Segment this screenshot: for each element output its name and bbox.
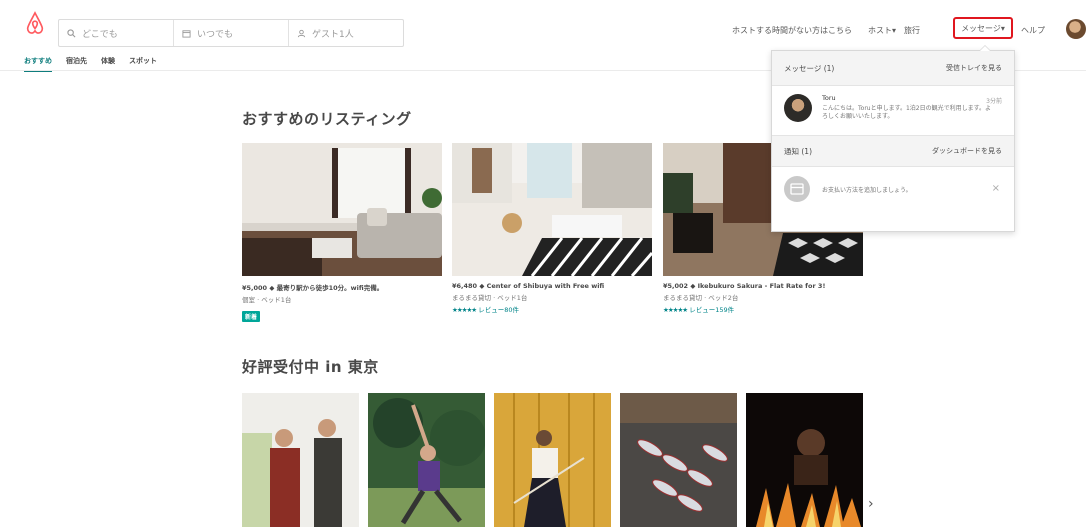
- payment-icon: [784, 176, 810, 202]
- search-icon: [67, 28, 76, 37]
- message-preview-item[interactable]: Toru こんにちは。Toruと申します。1泊2日の観光で利用します。よろしくお…: [772, 86, 1014, 136]
- host-menu[interactable]: ホスト▾: [868, 25, 896, 36]
- messages-menu-label: メッセージ▾: [961, 23, 1005, 33]
- host-promo-link[interactable]: ホストする時間がない方はこちら: [732, 25, 852, 36]
- guests-text: ゲスト1人: [312, 29, 354, 40]
- date-picker-field[interactable]: いつでも: [174, 20, 289, 46]
- listing-type: 個室 · ベッド1台: [242, 296, 292, 304]
- listing-photo[interactable]: [242, 143, 442, 276]
- experience-card[interactable]: [368, 393, 485, 527]
- dropdown-caret: [979, 45, 991, 51]
- listing-type: まるまる貸切 · ベッド1台: [452, 294, 528, 302]
- location-search-text: どこでも: [82, 29, 118, 40]
- rating-stars: ★★★★★: [452, 306, 477, 314]
- listing-card[interactable]: ¥6,480 ◆ Center of Shibuya with Free wif…: [452, 143, 652, 314]
- experiences-section-title: 好評受付中 in 東京: [242, 358, 379, 376]
- sender-name: Toru: [822, 94, 836, 102]
- messages-dropdown: メッセージ (1) 受信トレイを見る Toru こんにちは。Toruと申します。…: [771, 45, 1015, 232]
- search-bar[interactable]: どこでも いつでも ゲスト1人: [58, 19, 404, 47]
- experience-card[interactable]: [494, 393, 611, 527]
- notification-text: お支払い方法を追加しましょう。: [822, 186, 912, 194]
- notifications-header: 通知 (1) ダッシュボードを見る: [772, 136, 1014, 167]
- listing-title[interactable]: ¥6,480 ◆ Center of Shibuya with Free wif…: [452, 282, 652, 290]
- review-count: レビュー80件: [478, 306, 519, 314]
- messages-menu-button[interactable]: メッセージ▾: [953, 17, 1013, 39]
- recommended-listings-title: おすすめのリスティング: [242, 110, 412, 128]
- experience-card[interactable]: [242, 393, 359, 527]
- message-preview-text: こんにちは。Toruと申します。1泊2日の観光で利用します。よろしくお願いいたし…: [822, 105, 992, 120]
- close-icon[interactable]: ×: [992, 183, 1000, 194]
- calendar-icon: [182, 29, 191, 38]
- listing-rating: ★★★★★ レビュー80件: [452, 304, 652, 314]
- user-avatar[interactable]: [1066, 19, 1086, 39]
- listing-rating: ★★★★★ レビュー159件: [663, 304, 863, 314]
- location-search-field[interactable]: どこでも: [59, 20, 174, 46]
- guests-icon: [297, 29, 306, 37]
- new-badge: 新着: [242, 311, 261, 322]
- date-picker-text: いつでも: [197, 29, 234, 40]
- listing-photo[interactable]: [452, 143, 652, 276]
- listing-type: まるまる貸切 · ベッド2台: [663, 294, 739, 302]
- listing-card[interactable]: ¥5,000 ◆ 最寄り駅から徒歩10分。wifi完備。 個室 · ベッド1台 …: [242, 143, 442, 323]
- listing-title[interactable]: ¥5,000 ◆ 最寄り駅から徒歩10分。wifi完備。: [242, 282, 442, 292]
- messages-count-label: メッセージ (1): [784, 63, 835, 73]
- experience-card[interactable]: [746, 393, 863, 527]
- top-navigation-bar: どこでも いつでも ゲスト1人 ホストする時間がない方はこちら ホスト▾ 旅行 …: [0, 0, 1086, 47]
- message-time: 3分前: [986, 98, 1002, 105]
- sender-avatar: [784, 94, 812, 122]
- airbnb-logo-icon[interactable]: [24, 11, 46, 35]
- messages-dropdown-header: メッセージ (1) 受信トレイを見る: [772, 51, 1014, 86]
- review-count: レビュー159件: [689, 306, 735, 314]
- help-link[interactable]: ヘルプ: [1021, 25, 1045, 36]
- view-dashboard-link[interactable]: ダッシュボードを見る: [932, 146, 1002, 156]
- notification-item[interactable]: お支払い方法を追加しましょう。 ×: [772, 167, 1014, 211]
- notifications-count-label: 通知 (1): [784, 146, 813, 156]
- trips-link[interactable]: 旅行: [904, 25, 920, 36]
- rating-stars: ★★★★★: [663, 306, 688, 314]
- view-inbox-link[interactable]: 受信トレイを見る: [946, 63, 1002, 73]
- experience-card[interactable]: [620, 393, 737, 527]
- carousel-next-arrow[interactable]: ›: [868, 496, 874, 512]
- guests-field[interactable]: ゲスト1人: [289, 20, 403, 46]
- listing-title[interactable]: ¥5,002 ◆ Ikebukuro Sakura - Flat Rate fo…: [663, 282, 863, 290]
- header-nav: ホストする時間がない方はこちら ホスト▾ 旅行: [732, 25, 920, 36]
